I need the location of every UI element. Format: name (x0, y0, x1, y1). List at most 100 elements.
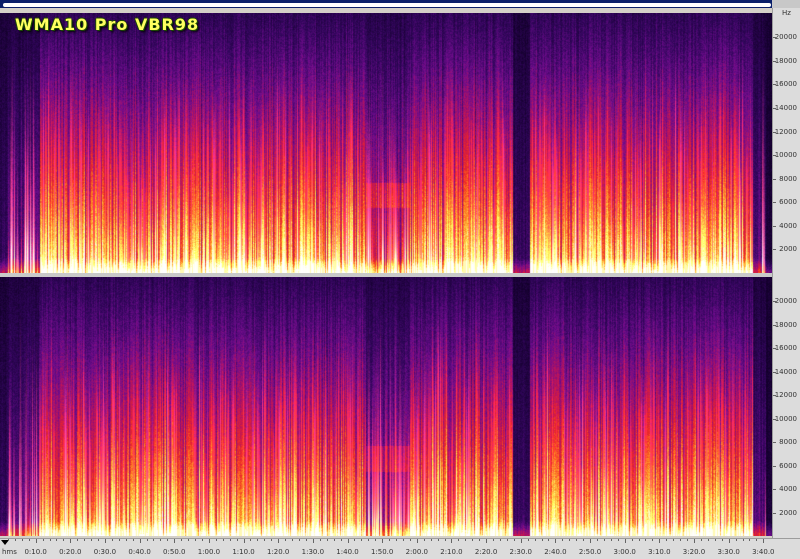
time-minor-tick (652, 539, 654, 541)
frequency-tick-label: 4000 (779, 221, 797, 230)
time-minor-tick (749, 539, 751, 541)
time-minor-tick (499, 539, 501, 541)
time-minor-tick (160, 539, 162, 541)
frequency-tick-label: 20000 (774, 33, 797, 42)
frequency-tick-label: 4000 (779, 485, 797, 494)
time-minor-tick (201, 539, 203, 541)
time-tick-mark (104, 539, 106, 543)
time-minor-tick (340, 539, 342, 541)
time-minor-tick (756, 539, 758, 541)
frequency-tick-label: 10000 (774, 151, 797, 160)
frequency-tick-mark (773, 202, 776, 204)
frequency-tick-label: 20000 (774, 297, 797, 306)
time-minor-tick (125, 539, 127, 541)
frequency-tick-mark (773, 107, 776, 109)
time-tick-label: 1:30.0 (301, 548, 325, 556)
time-minor-tick (195, 539, 197, 541)
spectrogram-canvas-bottom (0, 277, 772, 536)
frequency-tick-label: 16000 (774, 344, 797, 353)
time-ruler: hms 0:10.0 0:20.0 0:30.0 0:40.0 0:50.0 1:00.0… (0, 538, 800, 559)
time-minor-tick (153, 539, 155, 541)
time-minor-tick (257, 539, 259, 541)
time-tick-mark (70, 539, 72, 543)
frequency-tick-mark (773, 249, 776, 251)
time-minor-tick (319, 539, 321, 541)
time-tick-label: 3:20.0 (682, 548, 706, 556)
time-tick-label: 0:40.0 (128, 548, 151, 556)
frequency-tick-mark (773, 418, 776, 420)
frequency-tick-label: 8000 (779, 438, 797, 447)
time-tick-mark (694, 539, 695, 543)
spectrogram-canvas-top (0, 13, 772, 273)
time-minor-tick (215, 539, 217, 541)
time-minor-tick (49, 539, 51, 541)
time-minor-tick (687, 539, 689, 541)
frequency-unit-label: Hz (782, 9, 791, 17)
time-minor-tick (361, 539, 363, 541)
frequency-tick-mark (773, 442, 776, 444)
time-tick-label: 3:00.0 (613, 548, 636, 556)
time-tick-label: 0:10.0 (24, 548, 47, 556)
time-tick-label: 3:10.0 (648, 548, 671, 556)
time-minor-tick (617, 539, 619, 541)
time-tick-label: 3:40.0 (752, 548, 775, 556)
time-minor-tick (513, 539, 515, 541)
time-minor-tick (506, 539, 508, 541)
time-minor-tick (333, 539, 335, 541)
time-minor-tick (576, 539, 578, 541)
time-minor-tick (305, 539, 307, 541)
spectrogram-channel-top[interactable] (0, 13, 772, 273)
time-tick-mark (659, 539, 661, 543)
time-minor-tick (596, 539, 598, 541)
time-minor-tick (742, 539, 744, 541)
time-minor-tick (638, 539, 640, 541)
time-minor-tick (396, 539, 397, 541)
time-minor-tick (583, 539, 585, 541)
time-minor-tick (721, 539, 723, 541)
frequency-tick-mark (773, 324, 776, 326)
time-minor-tick (28, 539, 30, 541)
time-tick-label: 0:30.0 (93, 548, 117, 556)
time-minor-tick (680, 539, 682, 541)
time-minor-tick (98, 539, 100, 541)
time-tick-mark (382, 539, 384, 543)
time-minor-tick (326, 539, 328, 541)
time-tick-mark (208, 539, 210, 543)
time-minor-tick (423, 539, 425, 541)
time-tick-mark (416, 539, 418, 543)
time-minor-tick (534, 539, 536, 541)
time-minor-tick (465, 539, 467, 541)
time-minor-tick (63, 539, 65, 541)
time-minor-tick (430, 539, 432, 541)
time-tick-label: 1:00.0 (197, 548, 221, 556)
time-tick-label: 2:10.0 (440, 548, 463, 556)
time-tick-label: 1:10.0 (232, 548, 255, 556)
time-minor-tick (389, 539, 391, 541)
time-minor-tick (631, 539, 633, 541)
frequency-tick-mark (773, 131, 776, 133)
frequency-tick-mark (773, 178, 776, 180)
time-tick-label: 1:50.0 (370, 548, 394, 556)
time-tick-label: 2:20.0 (474, 548, 498, 556)
frequency-tick-mark (773, 155, 776, 157)
spectrogram-channel-bottom[interactable] (0, 277, 772, 536)
time-tick-label: 0:50.0 (163, 548, 186, 556)
time-tick-mark (728, 539, 730, 543)
time-minor-tick (167, 539, 169, 541)
time-minor-tick (42, 539, 44, 541)
frequency-tick-mark (773, 371, 776, 373)
time-minor-tick (603, 539, 605, 541)
time-minor-tick (298, 539, 300, 541)
time-minor-tick (118, 539, 120, 541)
time-minor-tick (181, 539, 183, 541)
overview-scroll-region[interactable] (3, 3, 771, 7)
time-minor-tick (409, 539, 411, 541)
time-tick-mark (174, 539, 176, 543)
time-tick-mark (312, 539, 314, 543)
time-minor-tick (236, 539, 238, 541)
time-minor-tick (250, 539, 252, 541)
time-minor-tick (458, 539, 460, 541)
frequency-tick-mark (773, 395, 776, 397)
time-tick-label: 0:20.0 (59, 548, 82, 556)
frequency-tick-label: 2000 (779, 508, 797, 517)
